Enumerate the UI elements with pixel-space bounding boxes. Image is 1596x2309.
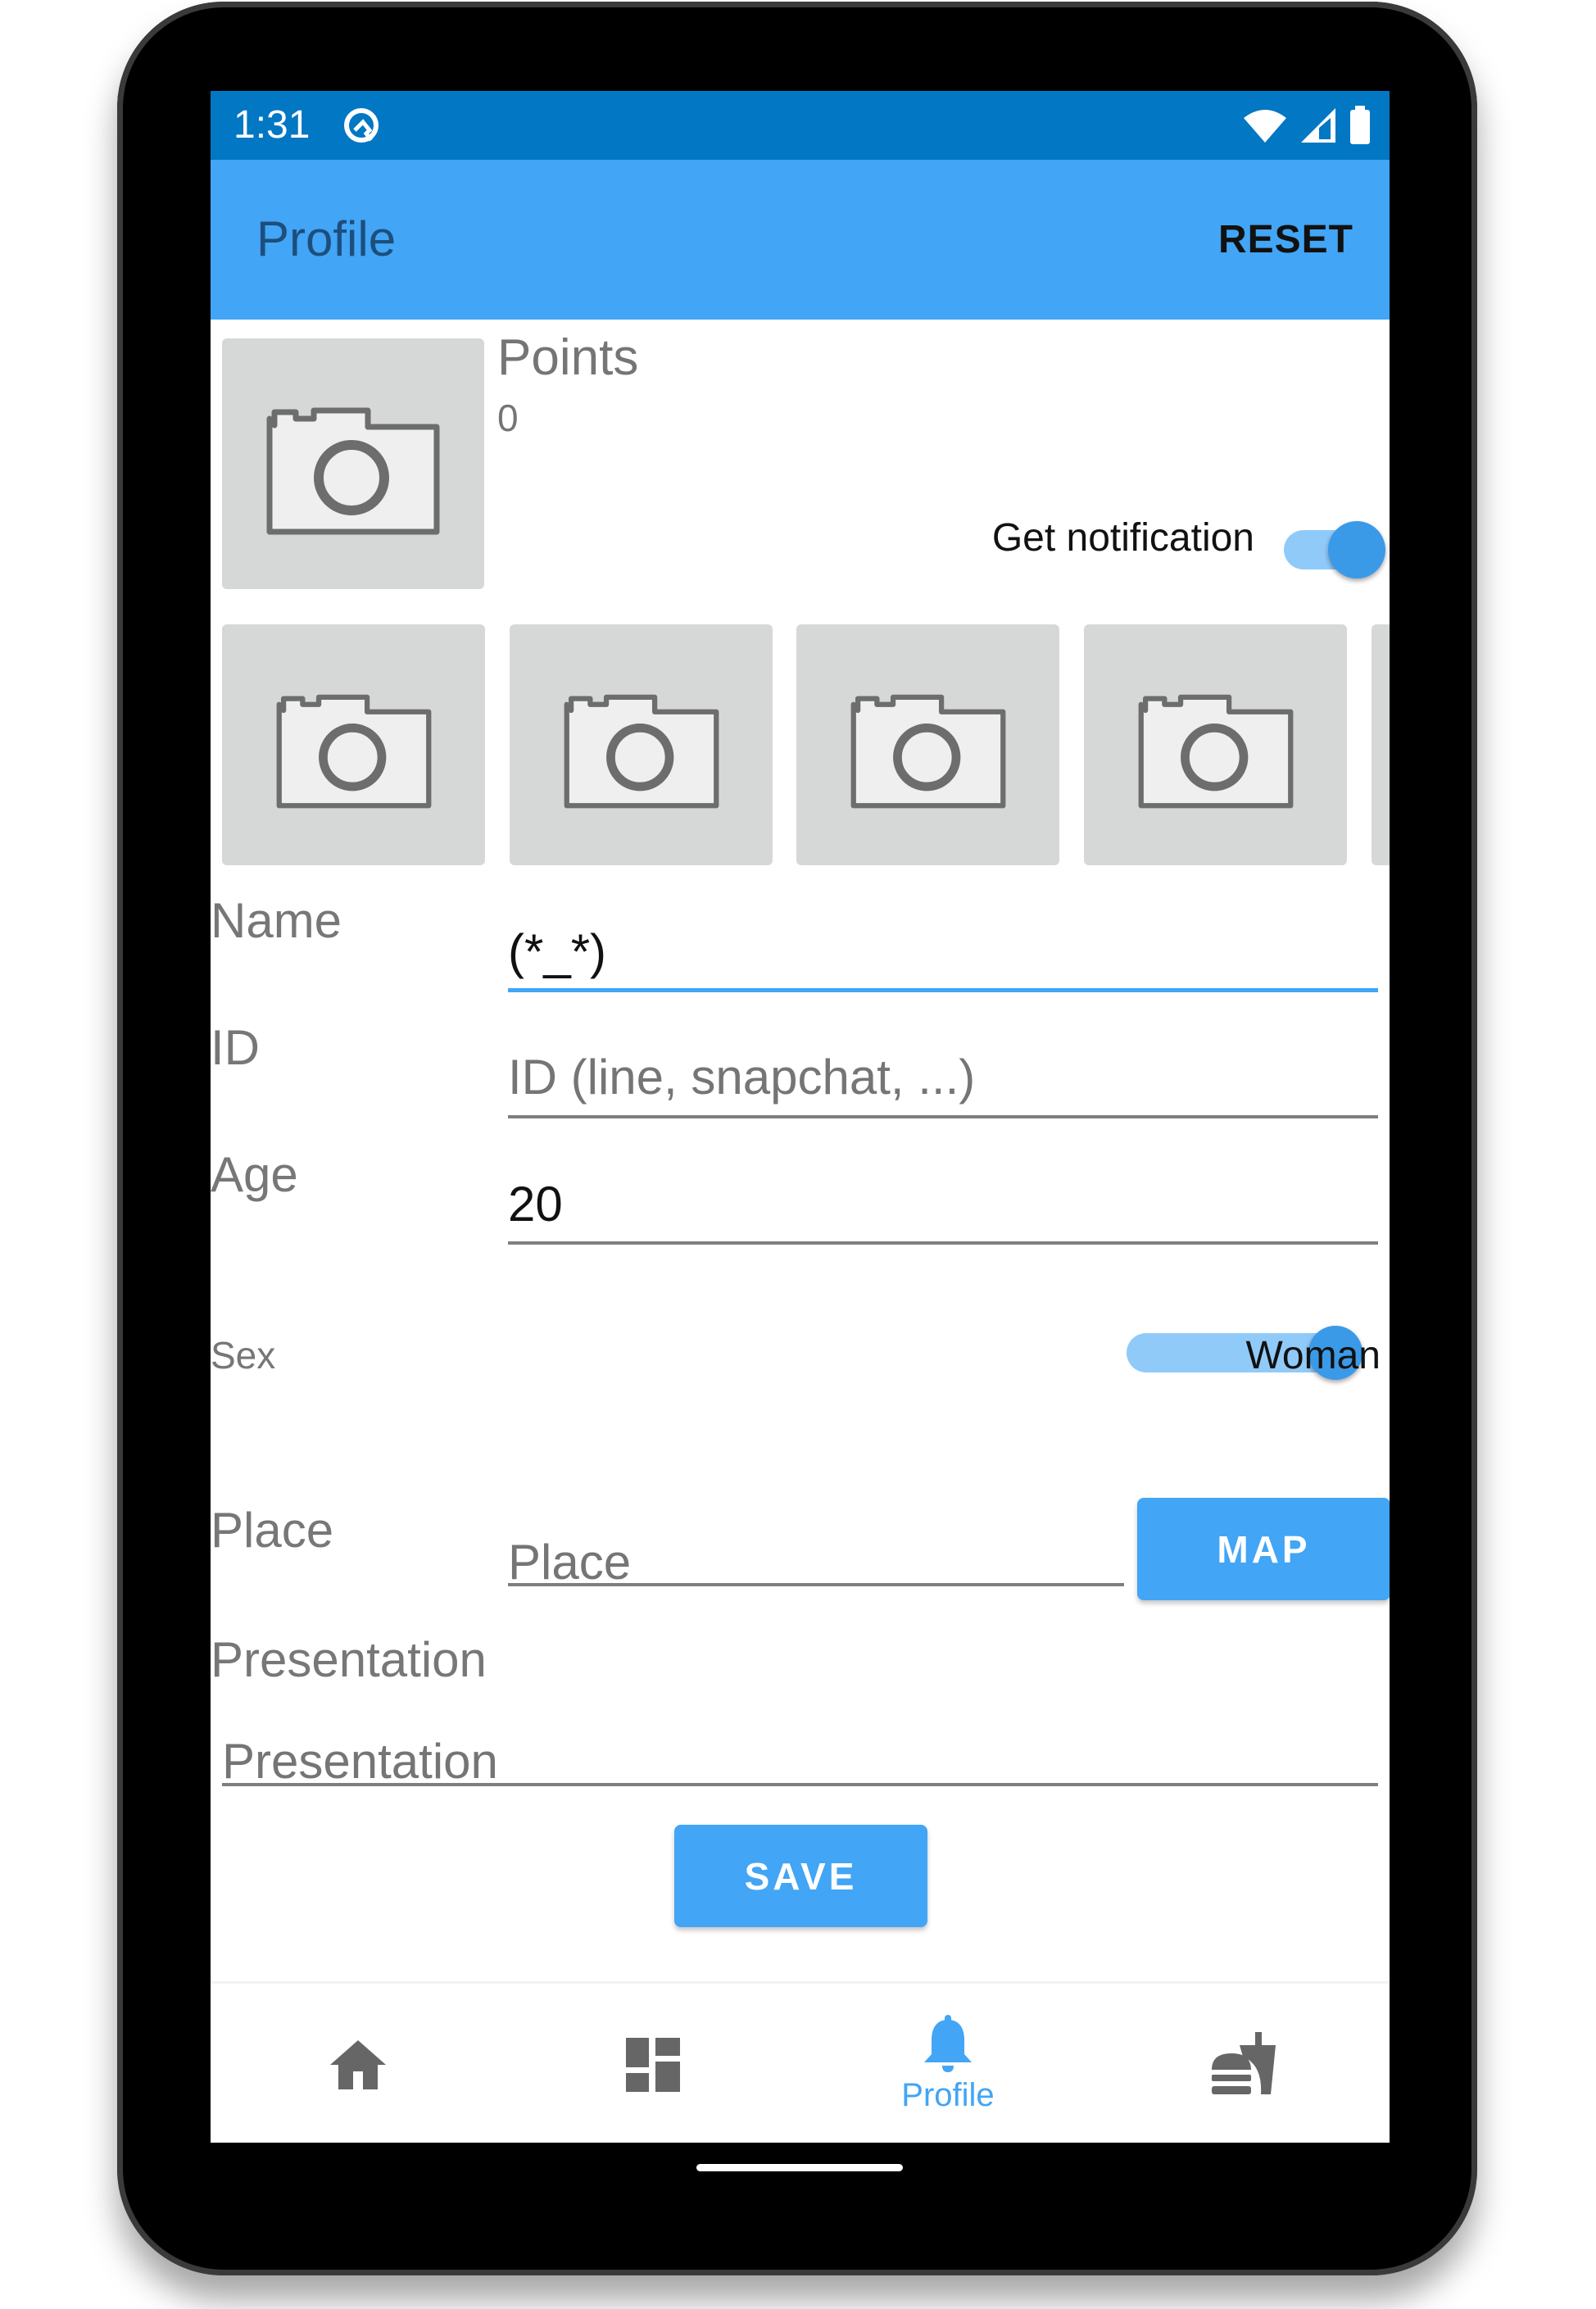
id-input-underline (508, 1115, 1378, 1118)
age-input[interactable] (508, 1171, 1376, 1236)
age-input-underline (508, 1241, 1378, 1245)
app-bar: Profile RESET (211, 160, 1390, 320)
nav-item-dashboard[interactable] (506, 1984, 800, 2143)
photo-slot[interactable] (222, 624, 485, 865)
status-icons (1242, 106, 1372, 145)
notification-toggle[interactable] (1284, 517, 1390, 583)
nav-item-profile[interactable]: Profile (800, 1984, 1095, 2143)
fastfood-icon (1212, 2031, 1276, 2094)
avatar-photo[interactable] (222, 338, 484, 589)
bottom-navigation: Profile (211, 1981, 1390, 2143)
status-time: 1:31 (234, 103, 311, 147)
notification-toggle-thumb (1328, 521, 1385, 578)
q-launcher-icon (344, 108, 379, 143)
photo-gallery (222, 624, 1390, 867)
sex-toggle[interactable]: Woman (1127, 1320, 1381, 1386)
sex-value: Woman (1245, 1334, 1381, 1377)
name-input-underline (508, 988, 1378, 992)
nav-item-home[interactable] (211, 1984, 506, 2143)
home-indicator[interactable] (696, 2164, 903, 2171)
photo-slot[interactable] (1372, 624, 1390, 865)
camera-icon (850, 694, 1005, 809)
place-label: Place (211, 1503, 334, 1558)
camera-icon (276, 694, 431, 809)
page-title: Profile (256, 211, 397, 266)
bell-icon (924, 2015, 972, 2072)
id-input[interactable] (508, 1044, 1376, 1109)
nav-item-food[interactable] (1095, 1984, 1390, 2143)
id-label: ID (211, 1020, 260, 1075)
save-button[interactable]: SAVE (674, 1825, 927, 1927)
dashboard-icon (626, 2037, 680, 2092)
photo-slot[interactable] (510, 624, 773, 865)
camera-icon (1138, 694, 1293, 809)
battery-icon (1350, 106, 1370, 144)
presentation-label: Presentation (211, 1632, 487, 1687)
nav-label-profile: Profile (901, 2077, 995, 2113)
wifi-icon (1244, 110, 1286, 143)
photo-slot[interactable] (1084, 624, 1347, 865)
home-icon (330, 2039, 386, 2089)
photo-slot[interactable] (796, 624, 1059, 865)
points-value: 0 (497, 397, 519, 439)
notification-label: Get notification (991, 516, 1254, 560)
signal-icon (1301, 108, 1335, 143)
app-screen: 1:31 Profile RESET Points 0 Get notifica… (211, 91, 1390, 2143)
sex-label: Sex (211, 1334, 276, 1377)
reset-button[interactable]: RESET (1218, 217, 1353, 262)
place-input-underline (508, 1583, 1124, 1586)
age-label: Age (211, 1147, 298, 1202)
name-input[interactable] (508, 919, 1376, 984)
status-bar: 1:31 (211, 91, 1390, 160)
camera-icon (266, 407, 440, 535)
presentation-input-underline (222, 1783, 1378, 1786)
points-label: Points (497, 329, 639, 386)
name-label: Name (211, 893, 342, 948)
map-button[interactable]: MAP (1137, 1498, 1390, 1600)
camera-icon (564, 694, 719, 809)
